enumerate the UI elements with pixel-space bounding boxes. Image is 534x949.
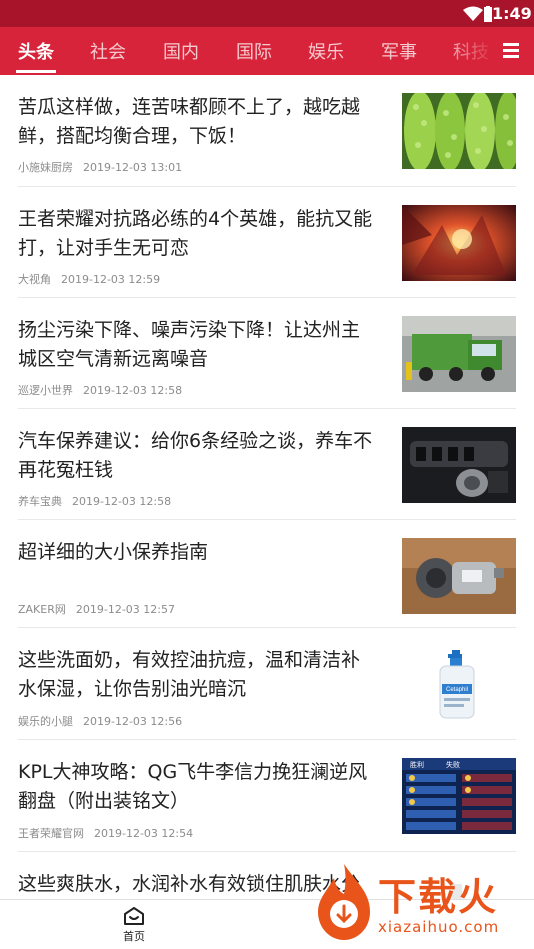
news-date: 2019-12-03 12:54 xyxy=(94,827,194,840)
active-tab-indicator xyxy=(16,70,56,73)
car-dashboard-thumbnail[interactable] xyxy=(402,427,516,503)
tab-entertainment[interactable]: 娱乐 xyxy=(308,38,344,64)
news-source: 巡逻小世界 xyxy=(18,384,73,397)
news-source: 王者荣耀官网 xyxy=(18,827,84,840)
news-title[interactable]: 这些洗面奶，有效控油抗痘，温和清洁补水保湿，让你告别油光暗沉 xyxy=(18,646,378,704)
news-item[interactable]: 超详细的大小保养指南 ZAKER网 2019-12-03 12:57 xyxy=(18,520,516,628)
news-item[interactable]: 苦瓜这样做，连苦味都顾不上了，越吃越鲜，搭配均衡合理，下饭！ 小施妹厨房 2019… xyxy=(18,75,516,187)
tab-headlines[interactable]: 头条 xyxy=(18,38,54,64)
news-item[interactable]: 这些洗面奶，有效控油抗痘，温和清洁补水保湿，让你告别油光暗沉 娱乐的小腿 2019… xyxy=(18,628,516,740)
bitter-melon-thumbnail[interactable] xyxy=(402,93,516,169)
tab-domestic[interactable]: 国内 xyxy=(163,38,199,64)
bottom-nav-home[interactable]: 首页 xyxy=(110,904,158,946)
news-meta: 巡逻小世界 2019-12-03 12:58 xyxy=(18,382,182,398)
news-source: ZAKER网 xyxy=(18,603,66,616)
news-title[interactable]: KPL大神攻略：QG飞牛李信力挽狂澜逆风翻盘（附出装铭文） xyxy=(18,758,378,816)
news-date: 2019-12-03 12:58 xyxy=(72,495,172,508)
news-item[interactable]: 王者荣耀对抗路必练的4个英雄，能抗又能打，让对手生无可恋 大视角 2019-12-… xyxy=(18,187,516,298)
news-meta: 大视角 2019-12-03 12:59 xyxy=(18,271,160,287)
watermark-text: 下载火 xyxy=(378,875,499,919)
cleanser-brand: Cetaphil xyxy=(446,687,468,693)
news-meta: 小施妹厨房 2019-12-03 13:01 xyxy=(18,159,182,175)
watermark-url: xiazaihuo.com xyxy=(378,918,500,936)
tab-society[interactable]: 社会 xyxy=(90,38,126,64)
tab-military[interactable]: 军事 xyxy=(381,38,417,64)
home-icon xyxy=(124,907,144,925)
cleanser-thumbnail[interactable]: Cetaphil xyxy=(402,646,516,722)
news-item[interactable]: 扬尘污染下降、噪声污染下降！让达州主城区空气清新远离噪音 巡逻小世界 2019-1… xyxy=(18,298,516,409)
menu-icon[interactable] xyxy=(500,41,522,61)
trucks-thumbnail[interactable] xyxy=(402,316,516,392)
tab-international[interactable]: 国际 xyxy=(236,38,272,64)
news-title[interactable]: 扬尘污染下降、噪声污染下降！让达州主城区空气清新远离噪音 xyxy=(18,316,378,374)
tab-fade xyxy=(440,27,496,75)
home-label: 首页 xyxy=(123,930,145,943)
news-date: 2019-12-03 12:56 xyxy=(83,715,183,728)
news-meta: 养车宝典 2019-12-03 12:58 xyxy=(18,493,171,509)
news-item[interactable]: KPL大神攻略：QG飞牛李信力挽狂澜逆风翻盘（附出装铭文） 王者荣耀官网 2019… xyxy=(18,740,516,852)
news-meta: 娱乐的小腿 2019-12-03 12:56 xyxy=(18,713,182,729)
scoreboard-win-label: 胜利 xyxy=(410,760,424,769)
clock: 1:49 xyxy=(492,4,532,23)
wifi-icon xyxy=(463,6,483,21)
news-source: 养车宝典 xyxy=(18,495,62,508)
news-meta: 王者荣耀官网 2019-12-03 12:54 xyxy=(18,825,193,841)
compressor-thumbnail[interactable] xyxy=(402,538,516,614)
game-scoreboard-thumbnail[interactable]: 胜利 失败 xyxy=(402,758,516,834)
news-date: 2019-12-03 12:57 xyxy=(75,603,175,616)
news-title[interactable]: 王者荣耀对抗路必练的4个英雄，能抗又能打，让对手生无可恋 xyxy=(18,205,378,263)
news-meta: ZAKER网 2019-12-03 12:57 xyxy=(18,601,175,617)
news-item[interactable]: 汽车保养建议：给你6条经验之谈，养车不再花冤枉钱 养车宝典 2019-12-03 … xyxy=(18,409,516,520)
news-date: 2019-12-03 12:59 xyxy=(61,273,161,286)
scoreboard-loss-label: 失败 xyxy=(446,760,460,769)
news-title[interactable]: 苦瓜这样做，连苦味都顾不上了，越吃越鲜，搭配均衡合理，下饭！ xyxy=(18,93,378,151)
category-tab-bar: 头条 社会 国内 国际 娱乐 军事 科技 xyxy=(0,27,534,75)
flame-logo-icon xyxy=(318,864,370,940)
news-source: 大视角 xyxy=(18,273,51,286)
status-bar: 1:49 xyxy=(0,0,534,27)
news-title[interactable]: 超详细的大小保养指南 xyxy=(18,538,378,567)
site-watermark: 下载火 xiazaihuo.com xyxy=(312,860,534,949)
news-date: 2019-12-03 12:58 xyxy=(83,384,183,397)
news-source: 娱乐的小腿 xyxy=(18,715,73,728)
news-title[interactable]: 汽车保养建议：给你6条经验之谈，养车不再花冤枉钱 xyxy=(18,427,378,485)
news-source: 小施妹厨房 xyxy=(18,161,73,174)
game-hero-thumbnail[interactable] xyxy=(402,205,516,281)
news-date: 2019-12-03 13:01 xyxy=(83,161,183,174)
